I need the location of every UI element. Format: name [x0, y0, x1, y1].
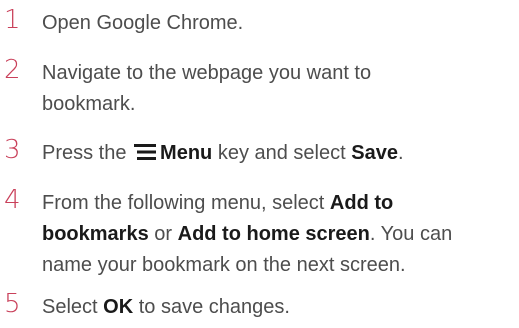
step-number: 3	[4, 135, 21, 165]
step-text: Press the Menu key and select Save.	[42, 138, 512, 169]
save-option-label: Save	[351, 142, 398, 164]
step-4-line-2: bookmarks or Add to home screen. You can	[42, 219, 512, 250]
step-4-prefix: From the following menu, select	[42, 192, 330, 214]
step-text: Navigate to the webpage you want to book…	[42, 58, 512, 120]
step-number: 2	[4, 55, 21, 85]
step-1: 1 Open Google Chrome.	[0, 6, 519, 40]
add-to-label: Add to	[329, 192, 394, 214]
step-3-suffix: .	[397, 142, 404, 164]
menu-key-label: Menu	[160, 142, 213, 164]
step-number: 4	[4, 185, 21, 215]
step-number: 5	[4, 289, 21, 319]
step-number: 1	[4, 5, 21, 35]
step-text: From the following menu, select Add to b…	[42, 188, 512, 281]
step-3-middle: key and select	[212, 142, 352, 164]
step-4-or: or	[148, 223, 178, 245]
add-to-home-screen-label: Add to home screen	[177, 223, 370, 245]
step-5-suffix: to save changes.	[133, 296, 290, 318]
step-3-prefix: Press the	[42, 142, 133, 164]
step-3: 3 Press the Menu key and select Save.	[0, 136, 519, 170]
step-2-line-1: Navigate to the webpage you want to	[42, 62, 372, 84]
bookmarks-label: bookmarks	[42, 223, 149, 245]
step-5: 5 Select OK to save changes.	[0, 290, 519, 324]
instruction-steps: 1 Open Google Chrome. 2 Navigate to the …	[0, 0, 519, 328]
step-4-line-1: From the following menu, select Add to	[42, 188, 512, 219]
step-text: Select OK to save changes.	[42, 292, 512, 323]
menu-icon	[134, 139, 157, 160]
step-2-line-2: bookmark.	[42, 93, 136, 115]
step-4-line-2-suffix: . You can	[369, 223, 453, 245]
step-2: 2 Navigate to the webpage you want to bo…	[0, 56, 519, 120]
step-1-text: Open Google Chrome.	[42, 12, 244, 34]
ok-label: OK	[103, 296, 134, 318]
step-text: Open Google Chrome.	[42, 8, 512, 39]
step-5-prefix: Select	[42, 296, 104, 318]
step-4: 4 From the following menu, select Add to…	[0, 186, 519, 280]
step-4-line-3: name your bookmark on the next screen.	[42, 254, 406, 276]
